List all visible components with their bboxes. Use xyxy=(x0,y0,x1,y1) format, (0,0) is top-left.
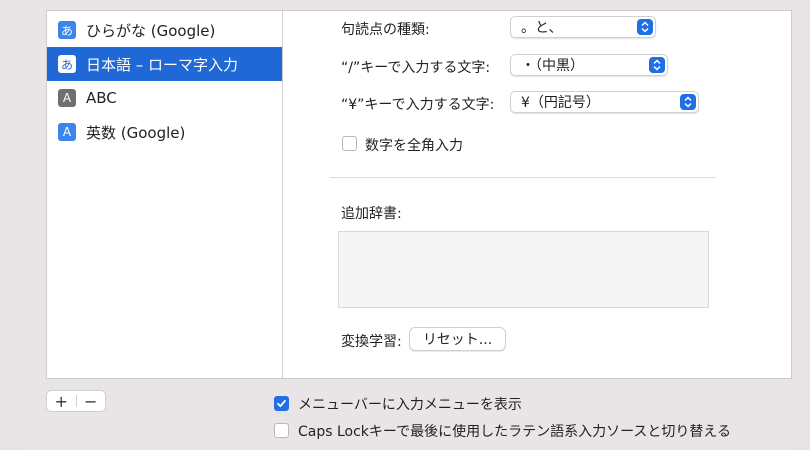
slash-key-popup[interactable]: ・（中黒） xyxy=(510,54,668,76)
input-source-label: ABC xyxy=(86,89,117,107)
punctuation-popup[interactable]: 。と、 xyxy=(510,16,656,38)
dictionary-list[interactable] xyxy=(338,231,709,308)
hiragana-icon: あ xyxy=(58,55,76,73)
input-source-label: ひらがな (Google) xyxy=(86,21,216,40)
show-input-menu-checkbox[interactable] xyxy=(274,396,289,411)
section-divider xyxy=(330,177,716,178)
eisu-icon: A xyxy=(58,123,76,141)
input-source-label: 英数 (Google) xyxy=(86,123,186,142)
show-input-menu-label: メニューバーに入力メニューを表示 xyxy=(298,397,522,413)
input-source-label: 日本語 – ローマ字入力 xyxy=(86,55,239,74)
punctuation-value: 。と、 xyxy=(521,20,563,36)
input-sources-panel: あ ひらがな (Google) あ 日本語 – ローマ字入力 A ABC A 英… xyxy=(46,10,792,379)
abc-input-icon: A xyxy=(58,89,76,107)
chevron-up-down-icon xyxy=(649,57,665,73)
yen-key-popup[interactable]: ¥（円記号） xyxy=(510,91,699,113)
chevron-up-down-icon xyxy=(637,19,653,35)
slash-key-value: ・（中黒） xyxy=(521,58,584,74)
input-source-item-abc[interactable]: A ABC xyxy=(47,81,282,115)
slash-key-label: “/”キーで入力する文字: xyxy=(341,60,491,76)
reset-learning-button[interactable]: リセット... xyxy=(409,327,506,351)
input-source-list: あ ひらがな (Google) あ 日本語 – ローマ字入力 A ABC A 英… xyxy=(47,11,283,378)
window-backdrop-right xyxy=(790,0,810,450)
yen-key-value: ¥（円記号） xyxy=(521,95,600,111)
dictionary-label: 追加辞書: xyxy=(341,206,402,222)
remove-input-source-button[interactable]: − xyxy=(77,391,106,411)
caps-lock-switch-label: Caps Lockキーで最後に使用したラテン語系入力ソースと切り替える xyxy=(298,424,731,440)
yen-key-label: “¥”キーで入力する文字: xyxy=(341,97,495,113)
fullwidth-numbers-label: 数字を全角入力 xyxy=(365,138,463,154)
input-source-item-japanese-romaji[interactable]: あ 日本語 – ローマ字入力 xyxy=(47,47,282,81)
caps-lock-switch-checkbox[interactable] xyxy=(274,423,289,438)
window-backdrop-left xyxy=(0,0,26,450)
input-source-item-hiragana-google[interactable]: あ ひらがな (Google) xyxy=(47,13,282,47)
hiragana-icon: あ xyxy=(58,21,76,39)
add-input-source-button[interactable]: + xyxy=(47,391,76,411)
checkmark-icon xyxy=(277,399,286,408)
input-source-item-eisu-google[interactable]: A 英数 (Google) xyxy=(47,115,282,149)
punctuation-label: 句読点の種類: xyxy=(341,22,430,38)
fullwidth-numbers-checkbox[interactable] xyxy=(342,136,357,151)
add-remove-control: + − xyxy=(46,390,106,412)
learning-label: 変換学習: xyxy=(341,334,402,350)
chevron-up-down-icon xyxy=(680,94,696,110)
